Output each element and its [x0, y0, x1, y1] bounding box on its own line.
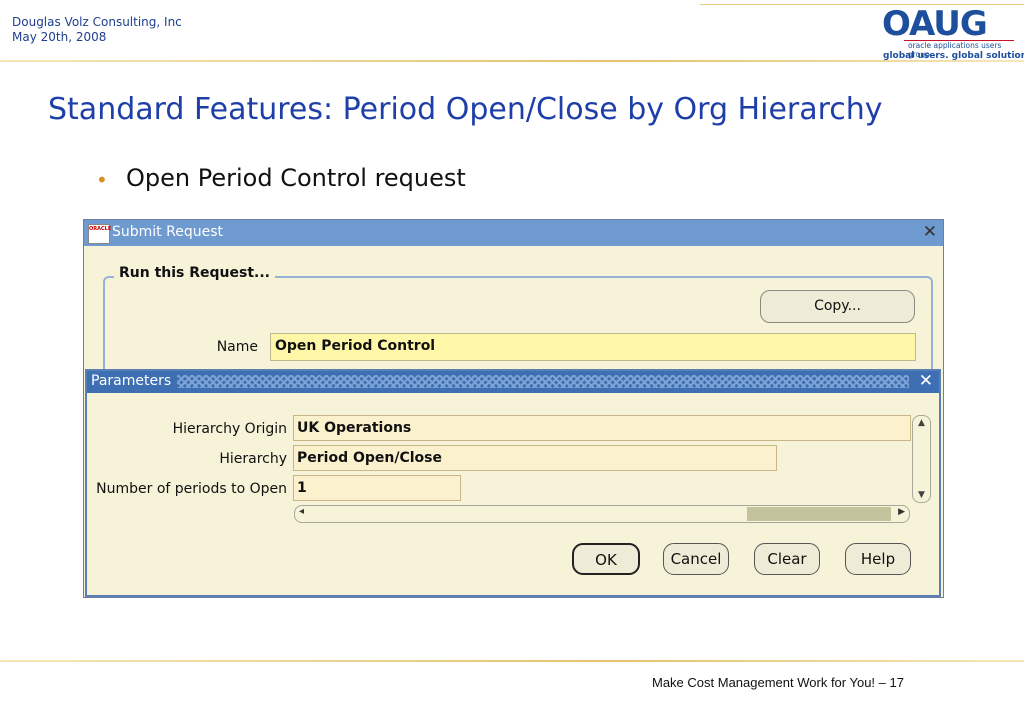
footer-text: Make Cost Management Work for You! – 17	[652, 675, 904, 690]
parameters-title: Parameters	[91, 373, 178, 389]
footer-divider	[0, 660, 1024, 662]
header-company-block: Douglas Volz Consulting, Inc May 20th, 2…	[12, 15, 182, 45]
scroll-left-icon[interactable]: ◂	[299, 506, 304, 517]
oaug-logo: OAUG oracle applications users group glo…	[878, 4, 1024, 62]
periods-to-open-label: Number of periods to Open	[96, 481, 287, 497]
scroll-right-icon[interactable]: ▶	[898, 507, 905, 517]
parameters-window: Parameters ✕ Hierarchy Origin UK Operati…	[85, 369, 941, 597]
slide-title: Standard Features: Period Open/Close by …	[48, 92, 883, 127]
run-request-group-label: Run this Request...	[114, 265, 275, 281]
help-button[interactable]: Help	[845, 543, 911, 575]
close-icon[interactable]: ✕	[923, 222, 937, 242]
bullet-dot-icon: •	[96, 168, 108, 192]
clear-button[interactable]: Clear	[754, 543, 820, 575]
hierarchy-label: Hierarchy	[219, 451, 287, 467]
scrollbar-thumb[interactable]	[747, 507, 891, 521]
ok-button[interactable]: OK	[572, 543, 640, 575]
header-divider	[0, 60, 1024, 62]
logo-wordmark: OAUG	[882, 4, 988, 44]
hierarchy-field[interactable]: Period Open/Close	[293, 445, 777, 471]
close-icon[interactable]: ✕	[919, 371, 933, 391]
titlebar-grip	[175, 375, 909, 388]
presentation-date: May 20th, 2008	[12, 30, 107, 44]
cancel-button[interactable]: Cancel	[663, 543, 729, 575]
name-label: Name	[216, 339, 258, 355]
scroll-up-icon[interactable]: ▲	[913, 418, 930, 428]
periods-to-open-field[interactable]: 1	[293, 475, 461, 501]
copy-button[interactable]: Copy...	[760, 290, 915, 323]
company-name: Douglas Volz Consulting, Inc	[12, 15, 182, 29]
oracle-app-icon: ORACLE	[88, 224, 111, 244]
vertical-scrollbar[interactable]: ▲ ▼	[912, 415, 931, 503]
scroll-down-icon[interactable]: ▼	[913, 490, 930, 500]
name-field[interactable]: Open Period Control	[270, 333, 916, 361]
submit-request-title: Submit Request	[112, 224, 223, 240]
hierarchy-origin-field[interactable]: UK Operations	[293, 415, 911, 441]
submit-request-titlebar[interactable]: ORACLE Submit Request ✕	[84, 220, 943, 246]
horizontal-scrollbar[interactable]: ◂ ▶	[294, 505, 910, 523]
bullet-text: Open Period Control request	[126, 164, 466, 192]
logo-tagline: global users. global solutions.	[883, 51, 1024, 61]
parameters-titlebar[interactable]: Parameters ✕	[87, 371, 939, 393]
hierarchy-origin-label: Hierarchy Origin	[172, 421, 287, 437]
